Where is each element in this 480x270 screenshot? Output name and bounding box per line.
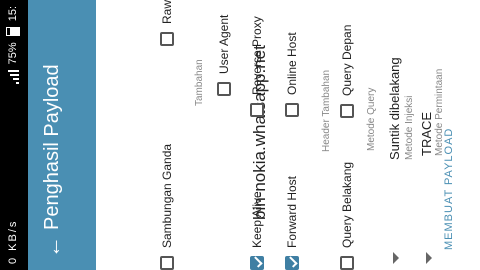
checkbox-user-agent[interactable]: User Agent	[217, 15, 231, 96]
checkbox-label: Query Belakang	[340, 161, 354, 248]
chevron-down-icon[interactable]	[393, 252, 399, 264]
query-method-label: Metode Query	[366, 87, 377, 151]
phone-screen: 0 KB/s 75% 15: ← Penghasil Payload bin-n…	[0, 0, 480, 270]
payload-form: bin-nokia.whatsapp.net Metode Permintaan…	[96, 0, 480, 270]
checkbox-label: Forward Host	[285, 175, 299, 248]
checkbox-query-belakang[interactable]: Query Belakang	[340, 162, 354, 270]
checkbox-box[interactable]	[340, 104, 354, 118]
status-left-text: 0 KB/s	[7, 219, 19, 264]
extras-label: Tambahan	[194, 59, 205, 106]
checkbox-keep-alive[interactable]: Keep Alive	[250, 191, 264, 270]
extra-header-label: Header Tambahan	[321, 69, 332, 152]
request-method-select[interactable]: TRACE	[419, 112, 434, 156]
injection-method-select[interactable]: Suntik dibelakang	[387, 57, 402, 160]
checkbox-label: Reverse Proxy	[250, 16, 264, 95]
checkbox-box[interactable]	[285, 256, 299, 270]
back-arrow-icon[interactable]: ←	[38, 232, 68, 262]
checkbox-box[interactable]	[160, 256, 174, 270]
checkbox-box[interactable]	[160, 32, 174, 46]
checkbox-label: Query Depan	[340, 24, 354, 96]
checkbox-label: User Agent	[217, 14, 231, 74]
checkbox-forward-host[interactable]: Forward Host	[285, 176, 299, 270]
status-right: 75% 15:	[6, 6, 20, 85]
checkbox-label: Sambungan Ganda	[160, 143, 174, 248]
signal-icon	[7, 70, 19, 85]
battery-icon	[6, 27, 20, 37]
injection-method-label: Metode Injeksi	[404, 95, 415, 160]
checkbox-box[interactable]	[217, 82, 231, 96]
checkbox-sambungan-ganda[interactable]: Sambungan Ganda	[160, 144, 174, 270]
app-bar-title: Penghasil Payload	[41, 64, 63, 230]
checkbox-reverse-proxy[interactable]: Reverse Proxy	[250, 16, 264, 117]
app-bar: ← Penghasil Payload	[28, 0, 96, 270]
chevron-down-icon[interactable]	[426, 252, 432, 264]
checkbox-online-host[interactable]: Online Host	[285, 32, 299, 117]
battery-percent: 75%	[7, 42, 19, 65]
checkbox-query-depan[interactable]: Query Depan	[340, 25, 354, 118]
checkbox-label: Raw	[160, 0, 174, 24]
checkbox-box[interactable]	[285, 103, 299, 117]
checkbox-label: Online Host	[285, 32, 299, 95]
checkbox-raw[interactable]: Raw	[160, 0, 174, 46]
clock: 15:	[7, 6, 19, 22]
checkbox-box[interactable]	[250, 256, 264, 270]
checkbox-box[interactable]	[250, 103, 264, 117]
generate-payload-button[interactable]: MEMBUAT PAYLOAD	[443, 128, 455, 250]
checkbox-label: Keep Alive	[250, 191, 264, 248]
checkbox-box[interactable]	[340, 256, 354, 270]
status-bar: 0 KB/s 75% 15:	[0, 0, 28, 270]
